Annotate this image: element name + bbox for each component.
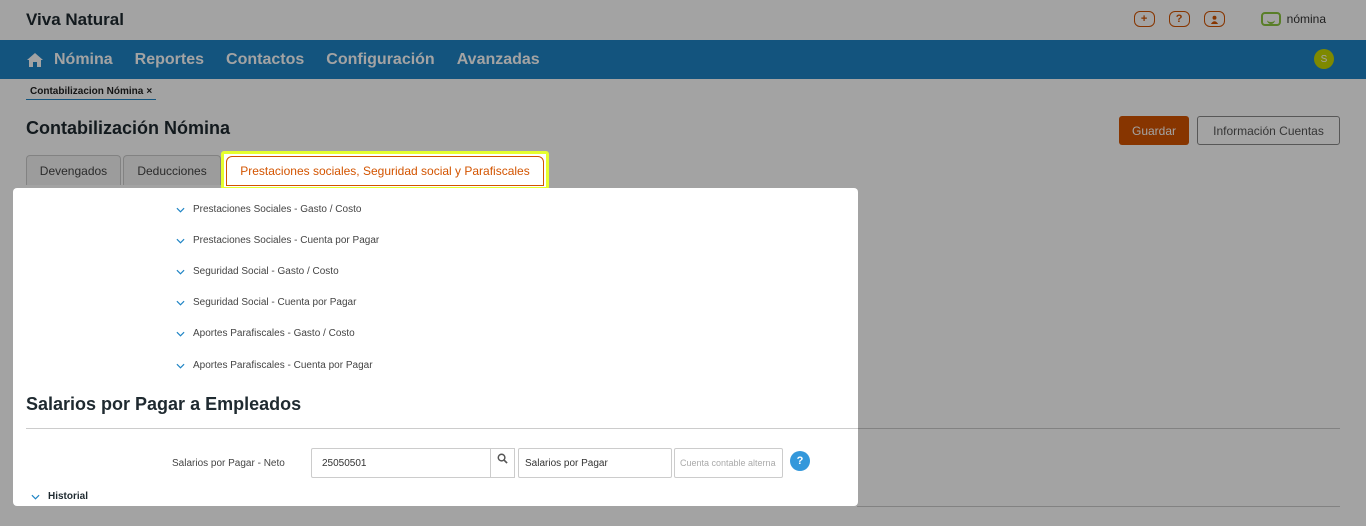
- account-name-input[interactable]: Salarios por Pagar: [518, 448, 672, 478]
- accordion-item-label: Seguridad Social - Gasto / Costo: [193, 266, 339, 277]
- accordion-item-label: Prestaciones Sociales - Gasto / Costo: [193, 204, 362, 215]
- alternate-account-input[interactable]: Cuenta contable alterna: [674, 448, 783, 478]
- close-tab-icon[interactable]: ×: [146, 86, 152, 97]
- accordion-item[interactable]: Aportes Parafiscales - Gasto / Costo: [176, 328, 355, 339]
- open-page-tab[interactable]: Contabilizacion Nómina ×: [26, 86, 157, 100]
- historial-label: Historial: [48, 491, 89, 502]
- nav-item-nomina[interactable]: Nómina: [54, 51, 113, 69]
- save-button[interactable]: Guardar: [1119, 116, 1189, 145]
- nav-item-reportes[interactable]: Reportes: [135, 51, 204, 69]
- tab-prestaciones[interactable]: Prestaciones sociales, Seguridad social …: [226, 156, 544, 186]
- accordion-item[interactable]: Seguridad Social - Cuenta por Pagar: [176, 297, 356, 308]
- tab-deducciones[interactable]: Deducciones: [123, 155, 221, 185]
- account-code-input[interactable]: 25050501: [311, 448, 491, 478]
- search-icon: [497, 453, 508, 464]
- bottom-divider-right: [857, 506, 1340, 507]
- top-bar: Viva Natural + ? nómina: [0, 0, 1366, 40]
- section-title: Salarios por Pagar a Empleados: [26, 394, 302, 414]
- page-title: Contabilización Nómina: [26, 118, 231, 138]
- accordion-item-label: Prestaciones Sociales - Cuenta por Pagar: [193, 235, 380, 246]
- company-name: Viva Natural: [26, 10, 124, 29]
- account-info-button[interactable]: Información Cuentas: [1197, 116, 1340, 145]
- accordion-item-label: Seguridad Social - Cuenta por Pagar: [193, 297, 357, 308]
- tab-content-panel: Prestaciones Sociales - Gasto / Costo Pr…: [13, 188, 858, 506]
- nomina-logo: nómina: [1260, 12, 1326, 26]
- section-divider: [26, 428, 858, 429]
- chevron-down-icon: [176, 363, 185, 369]
- accordion-item[interactable]: Prestaciones Sociales - Cuenta por Pagar: [176, 235, 379, 246]
- nav-item-configuracion[interactable]: Configuración: [326, 51, 434, 69]
- section-divider-right: [857, 428, 1340, 429]
- salarios-neto-label: Salarios por Pagar - Neto: [172, 458, 285, 469]
- chevron-down-icon: [176, 238, 185, 244]
- plus-icon[interactable]: +: [1133, 11, 1155, 27]
- accordion-item-label: Aportes Parafiscales - Cuenta por Pagar: [193, 360, 373, 371]
- chevron-down-icon: [176, 300, 185, 306]
- tab-devengados[interactable]: Devengados: [26, 155, 121, 185]
- user-badge[interactable]: S: [1314, 49, 1334, 69]
- main-nav: Nómina Reportes Contactos Configuración …: [0, 40, 1366, 79]
- accordion-item[interactable]: Aportes Parafiscales - Cuenta por Pagar: [176, 360, 373, 371]
- nav-item-avanzadas[interactable]: Avanzadas: [457, 51, 540, 69]
- logo-text: nómina: [1286, 12, 1326, 26]
- chevron-down-icon: [176, 207, 185, 213]
- accordion-item-label: Aportes Parafiscales - Gasto / Costo: [193, 328, 355, 339]
- chevron-down-icon: [176, 331, 185, 337]
- top-icons: + ? nómina: [1133, 11, 1326, 27]
- accordion-item[interactable]: Prestaciones Sociales - Gasto / Costo: [176, 204, 361, 215]
- nav-item-contactos[interactable]: Contactos: [226, 51, 304, 69]
- account-search-button[interactable]: [491, 448, 515, 478]
- help-icon[interactable]: ?: [790, 451, 810, 471]
- accordion-item[interactable]: Seguridad Social - Gasto / Costo: [176, 266, 339, 277]
- user-icon[interactable]: [1203, 11, 1225, 27]
- help-icon[interactable]: ?: [1168, 11, 1190, 27]
- chevron-down-icon: [31, 494, 40, 500]
- chevron-down-icon: [176, 269, 185, 275]
- open-page-tab-label: Contabilizacion Nómina: [30, 86, 144, 97]
- home-icon[interactable]: [26, 52, 44, 68]
- historial-toggle[interactable]: Historial: [31, 491, 88, 502]
- logo-mark-icon: [1260, 12, 1281, 26]
